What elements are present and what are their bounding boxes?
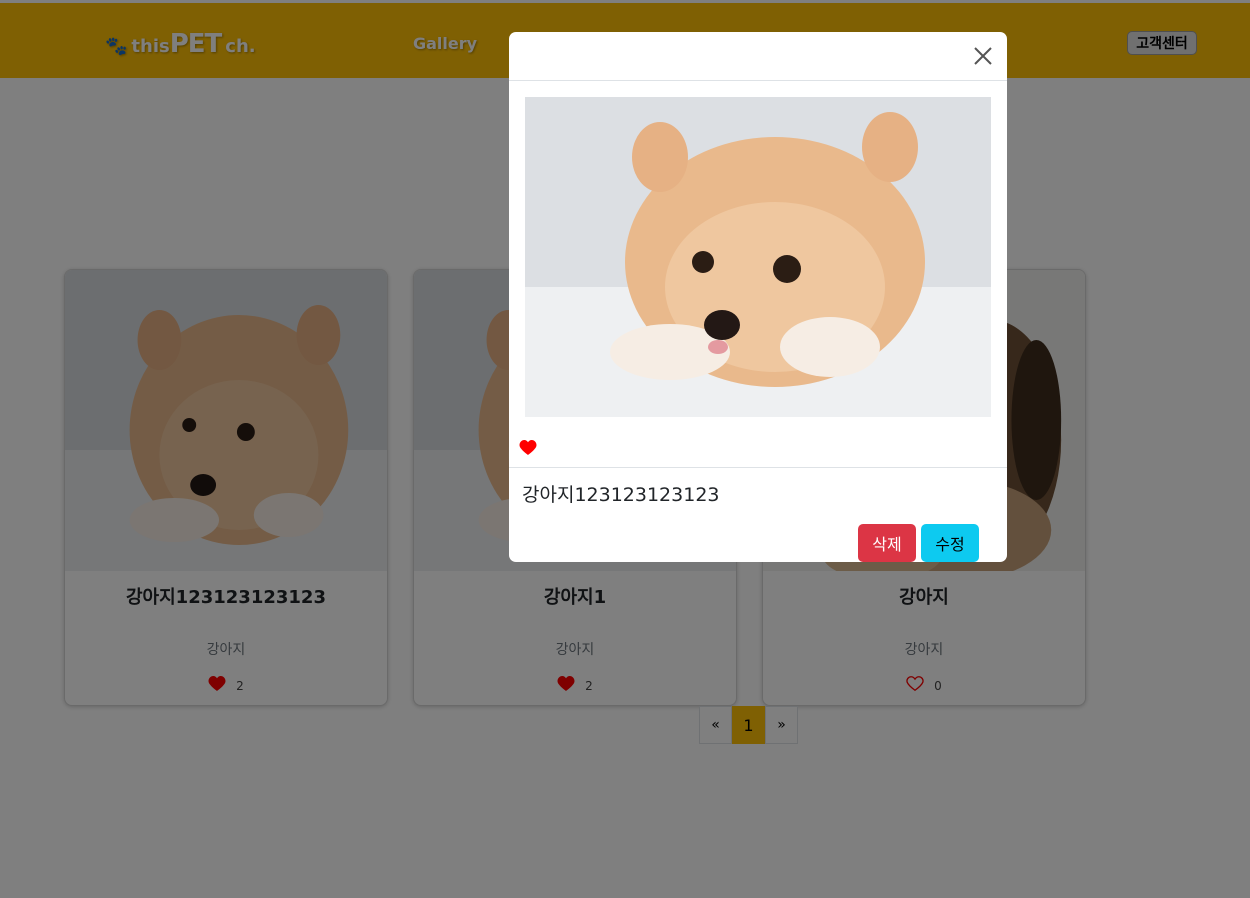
modal-title: 강아지123123123123 xyxy=(522,484,720,506)
heart-filled-icon[interactable] xyxy=(519,439,537,456)
detail-modal: 강아지123123123123 삭제 수정 xyxy=(509,32,1007,562)
edit-button[interactable]: 수정 xyxy=(921,524,979,562)
divider xyxy=(509,467,1007,468)
delete-button[interactable]: 삭제 xyxy=(858,524,916,562)
pomeranian-image xyxy=(525,97,991,417)
modal-header xyxy=(509,32,1007,81)
close-icon[interactable] xyxy=(973,46,993,66)
